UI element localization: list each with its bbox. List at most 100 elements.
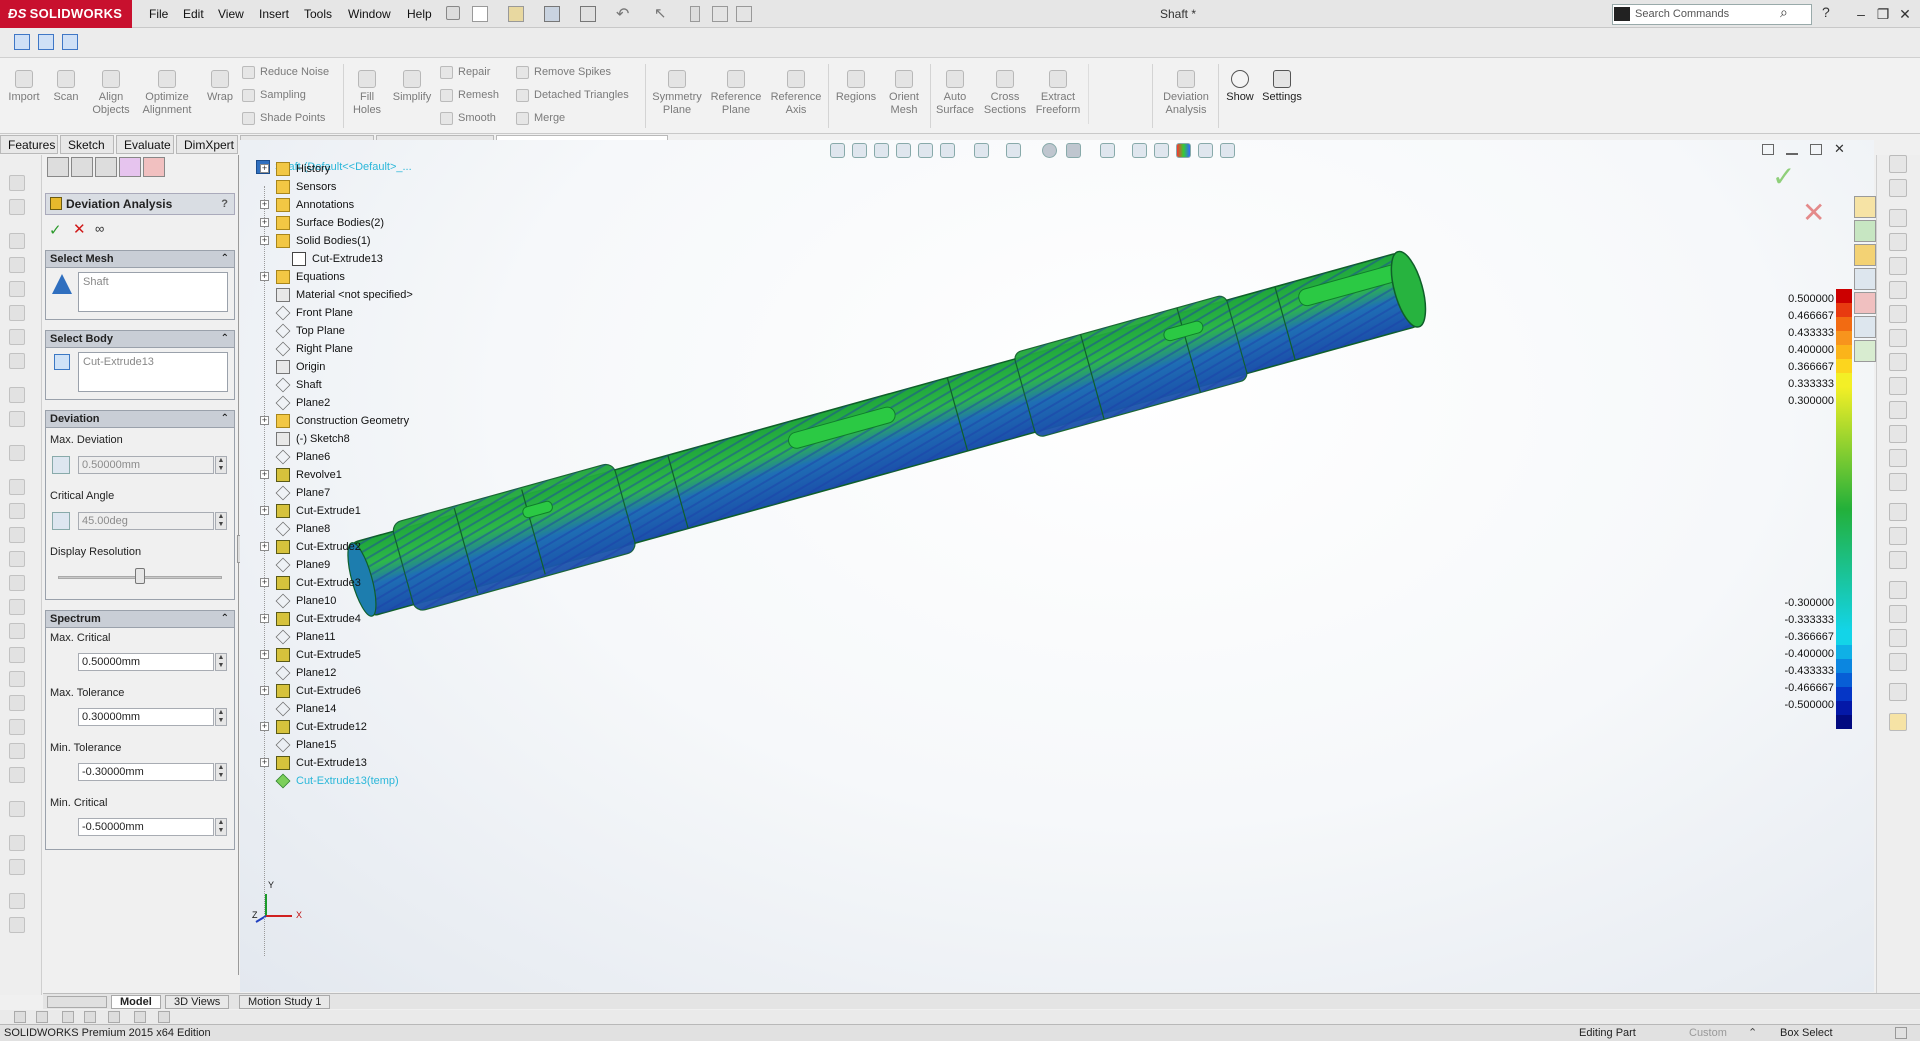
appearances-tab-icon[interactable]: [1854, 292, 1876, 314]
symmetry-plane-button[interactable]: Symmetry Plane: [648, 62, 706, 117]
reference-axis-button[interactable]: Reference Axis: [768, 62, 824, 117]
tree-item-history[interactable]: + History: [248, 160, 478, 178]
remesh-button[interactable]: Remesh: [440, 87, 499, 103]
undo-icon[interactable]: ↶: [616, 4, 629, 24]
select-arrow-icon[interactable]: ↖: [654, 4, 667, 22]
menu-file[interactable]: File: [149, 0, 168, 28]
tree-item-sensors[interactable]: Sensors: [248, 178, 478, 196]
expand-icon[interactable]: +: [260, 470, 269, 479]
confirm-check-icon[interactable]: ✓: [1772, 160, 1795, 193]
dome-icon[interactable]: [9, 599, 25, 615]
sketch-tool-icon[interactable]: [9, 175, 25, 191]
smart-dimension-icon[interactable]: [1889, 179, 1907, 197]
max-tolerance-field[interactable]: 0.30000mm: [78, 708, 214, 726]
ellipse-icon[interactable]: [1889, 377, 1907, 395]
pattern-icon[interactable]: [9, 353, 25, 369]
solidworks-logo[interactable]: ƉS SOLIDWORKS: [0, 0, 132, 28]
propertymanager-tab-icon[interactable]: [71, 157, 93, 177]
units-selector[interactable]: Custom: [1689, 1025, 1727, 1041]
expand-icon[interactable]: +: [260, 614, 269, 623]
expand-icon[interactable]: +: [260, 218, 269, 227]
revolve-icon[interactable]: [9, 257, 25, 273]
loft-icon[interactable]: [9, 305, 25, 321]
tree-item-front-plane[interactable]: Front Plane: [248, 304, 478, 322]
menu-tools[interactable]: Tools: [304, 0, 332, 28]
expand-icon[interactable]: +: [260, 722, 269, 731]
configurationmanager-tab-icon[interactable]: [95, 157, 117, 177]
shade-points-button[interactable]: Shade Points: [242, 110, 325, 126]
help-icon[interactable]: ?: [221, 194, 228, 214]
tree-item-equations[interactable]: + Equations: [248, 268, 478, 286]
tree-item-material-not-specified[interactable]: Material <not specified>: [248, 286, 478, 304]
geomagic-icon-3[interactable]: [62, 34, 78, 50]
optimize-alignment-button[interactable]: Optimize Alignment: [138, 62, 196, 117]
grid-icon[interactable]: [1154, 143, 1169, 158]
simplify-button[interactable]: Simplify: [388, 62, 436, 104]
tree-item-plane11[interactable]: Plane11: [248, 628, 478, 646]
geomagic-icon-2[interactable]: [38, 34, 54, 50]
spectrum-header[interactable]: Spectrum ⌃: [45, 610, 235, 628]
display-resolution-thumb[interactable]: [135, 568, 145, 584]
file-explorer-tab-icon[interactable]: [1854, 244, 1876, 266]
circle-icon[interactable]: [1889, 281, 1907, 299]
smooth-button[interactable]: Smooth: [440, 110, 496, 126]
tab-3d-views[interactable]: 3D Views: [165, 995, 230, 1009]
linear-pattern-icon[interactable]: [1889, 581, 1907, 599]
max-deviation-spinner[interactable]: ▲ ▼: [215, 456, 227, 474]
tree-item-cut-extrude2[interactable]: + Cut-Extrude2: [248, 538, 478, 556]
select-body-header[interactable]: Select Body ⌃: [45, 330, 235, 348]
critical-angle-spinner[interactable]: ▲ ▼: [215, 512, 227, 530]
deviation-analysis-button[interactable]: Deviation Analysis: [1158, 62, 1214, 117]
minimize-icon[interactable]: –: [1850, 3, 1872, 25]
show-button[interactable]: Show: [1222, 62, 1258, 104]
curvature-icon[interactable]: [9, 893, 25, 909]
tree-item-cut-extrude5[interactable]: + Cut-Extrude5: [248, 646, 478, 664]
critical-angle-field[interactable]: 45.00deg: [78, 512, 214, 530]
scan-button[interactable]: Scan: [48, 62, 84, 104]
status-help-icon[interactable]: [1895, 1027, 1907, 1039]
reference-geometry-icon[interactable]: [9, 647, 25, 663]
split-icon[interactable]: [9, 671, 25, 687]
expand-icon[interactable]: +: [260, 758, 269, 767]
tree-item-cut-extrude6[interactable]: + Cut-Extrude6: [248, 682, 478, 700]
restore-icon[interactable]: ❐: [1872, 3, 1894, 25]
bottom-tool-1-icon[interactable]: [14, 1011, 26, 1023]
tree-item-cut-extrude3[interactable]: + Cut-Extrude3: [248, 574, 478, 592]
max-critical-spinner[interactable]: ▲ ▼: [215, 653, 227, 671]
open-folder-icon[interactable]: [508, 6, 524, 22]
chamfer-icon[interactable]: [9, 479, 25, 495]
max-tolerance-spinner[interactable]: ▲ ▼: [215, 708, 227, 726]
expand-icon[interactable]: +: [260, 686, 269, 695]
select-body-listbox[interactable]: Cut-Extrude13: [78, 352, 228, 392]
reference-plane-button[interactable]: Reference Plane: [708, 62, 764, 117]
deviation-color-icon[interactable]: [1176, 143, 1191, 158]
expand-icon[interactable]: +: [260, 236, 269, 245]
expand-icon[interactable]: +: [260, 200, 269, 209]
max-critical-field[interactable]: 0.50000mm: [78, 653, 214, 671]
expand-icon[interactable]: +: [260, 650, 269, 659]
expand-icon[interactable]: +: [260, 506, 269, 515]
point-display-icon[interactable]: [1220, 143, 1235, 158]
sweep-icon[interactable]: [9, 281, 25, 297]
fill-holes-button[interactable]: Fill Holes: [348, 62, 386, 117]
mirror-icon[interactable]: [9, 387, 25, 403]
wrap-tool-icon[interactable]: [9, 575, 25, 591]
orient-mesh-button[interactable]: Orient Mesh: [882, 62, 926, 117]
bottom-tool-6-icon[interactable]: [134, 1011, 146, 1023]
zoom-to-fit-icon[interactable]: [852, 143, 867, 158]
select-mesh-header[interactable]: Select Mesh ⌃: [45, 250, 235, 268]
save-icon[interactable]: [544, 6, 560, 22]
select-mesh-listbox[interactable]: Shaft: [78, 272, 228, 312]
move-body-icon[interactable]: [9, 719, 25, 735]
offset-icon[interactable]: [1889, 527, 1907, 545]
repair-button[interactable]: Repair: [440, 64, 490, 80]
quick-snaps-icon[interactable]: [1889, 713, 1907, 731]
bottom-tool-7-icon[interactable]: [158, 1011, 170, 1023]
scale-icon[interactable]: [9, 767, 25, 783]
tab-features[interactable]: Features: [0, 135, 58, 154]
detached-triangles-button[interactable]: Detached Triangles: [516, 87, 629, 103]
tree-item-shaft[interactable]: Shaft: [248, 376, 478, 394]
wrap-button[interactable]: Wrap: [202, 62, 238, 104]
expand-icon[interactable]: +: [260, 416, 269, 425]
move-entities-icon[interactable]: [1889, 605, 1907, 623]
